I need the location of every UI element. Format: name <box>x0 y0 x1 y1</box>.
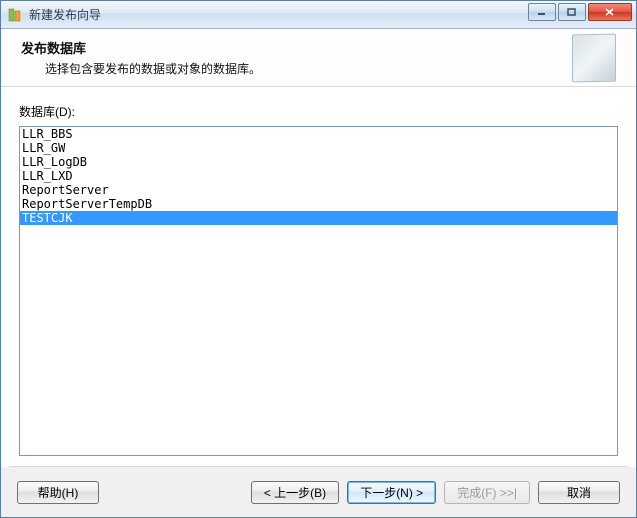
list-item[interactable]: ReportServer <box>20 183 617 197</box>
database-icon <box>572 33 616 82</box>
list-item[interactable]: LLR_LXD <box>20 169 617 183</box>
database-listbox[interactable]: LLR_BBSLLR_GWLLR_LogDBLLR_LXDReportServe… <box>19 126 618 456</box>
window-controls <box>528 3 632 21</box>
page-subtitle: 选择包含要发布的数据或对象的数据库。 <box>21 60 572 77</box>
back-button[interactable]: < 上一步(B) <box>251 481 339 504</box>
cancel-button[interactable]: 取消 <box>538 481 620 504</box>
wizard-header: 发布数据库 选择包含要发布的数据或对象的数据库。 <box>1 29 636 87</box>
page-title: 发布数据库 <box>21 38 572 57</box>
close-button[interactable] <box>588 3 632 21</box>
wizard-window: 新建发布向导 发布数据库 选择包含要发布的数据或对象的数据库。 数据库(D): <box>0 0 637 518</box>
next-button[interactable]: 下一步(N) > <box>347 481 436 504</box>
app-icon <box>7 7 23 23</box>
help-button[interactable]: 帮助(H) <box>17 481 99 504</box>
maximize-button[interactable] <box>558 3 586 21</box>
database-label: 数据库(D): <box>19 103 618 120</box>
window-title: 新建发布向导 <box>29 6 101 23</box>
list-item[interactable]: LLR_BBS <box>20 127 617 141</box>
list-item[interactable]: ReportServerTempDB <box>20 197 617 211</box>
minimize-button[interactable] <box>528 3 556 21</box>
list-item[interactable]: LLR_GW <box>20 141 617 155</box>
finish-button: 完成(F) >>| <box>444 481 530 504</box>
list-item[interactable]: LLR_LogDB <box>20 155 617 169</box>
titlebar: 新建发布向导 <box>1 1 636 29</box>
list-item[interactable]: TESTCJK <box>20 211 617 225</box>
content-area: 数据库(D): LLR_BBSLLR_GWLLR_LogDBLLR_LXDRep… <box>1 87 636 466</box>
footer: 帮助(H) < 上一步(B) 下一步(N) > 完成(F) >>| 取消 <box>1 467 636 517</box>
